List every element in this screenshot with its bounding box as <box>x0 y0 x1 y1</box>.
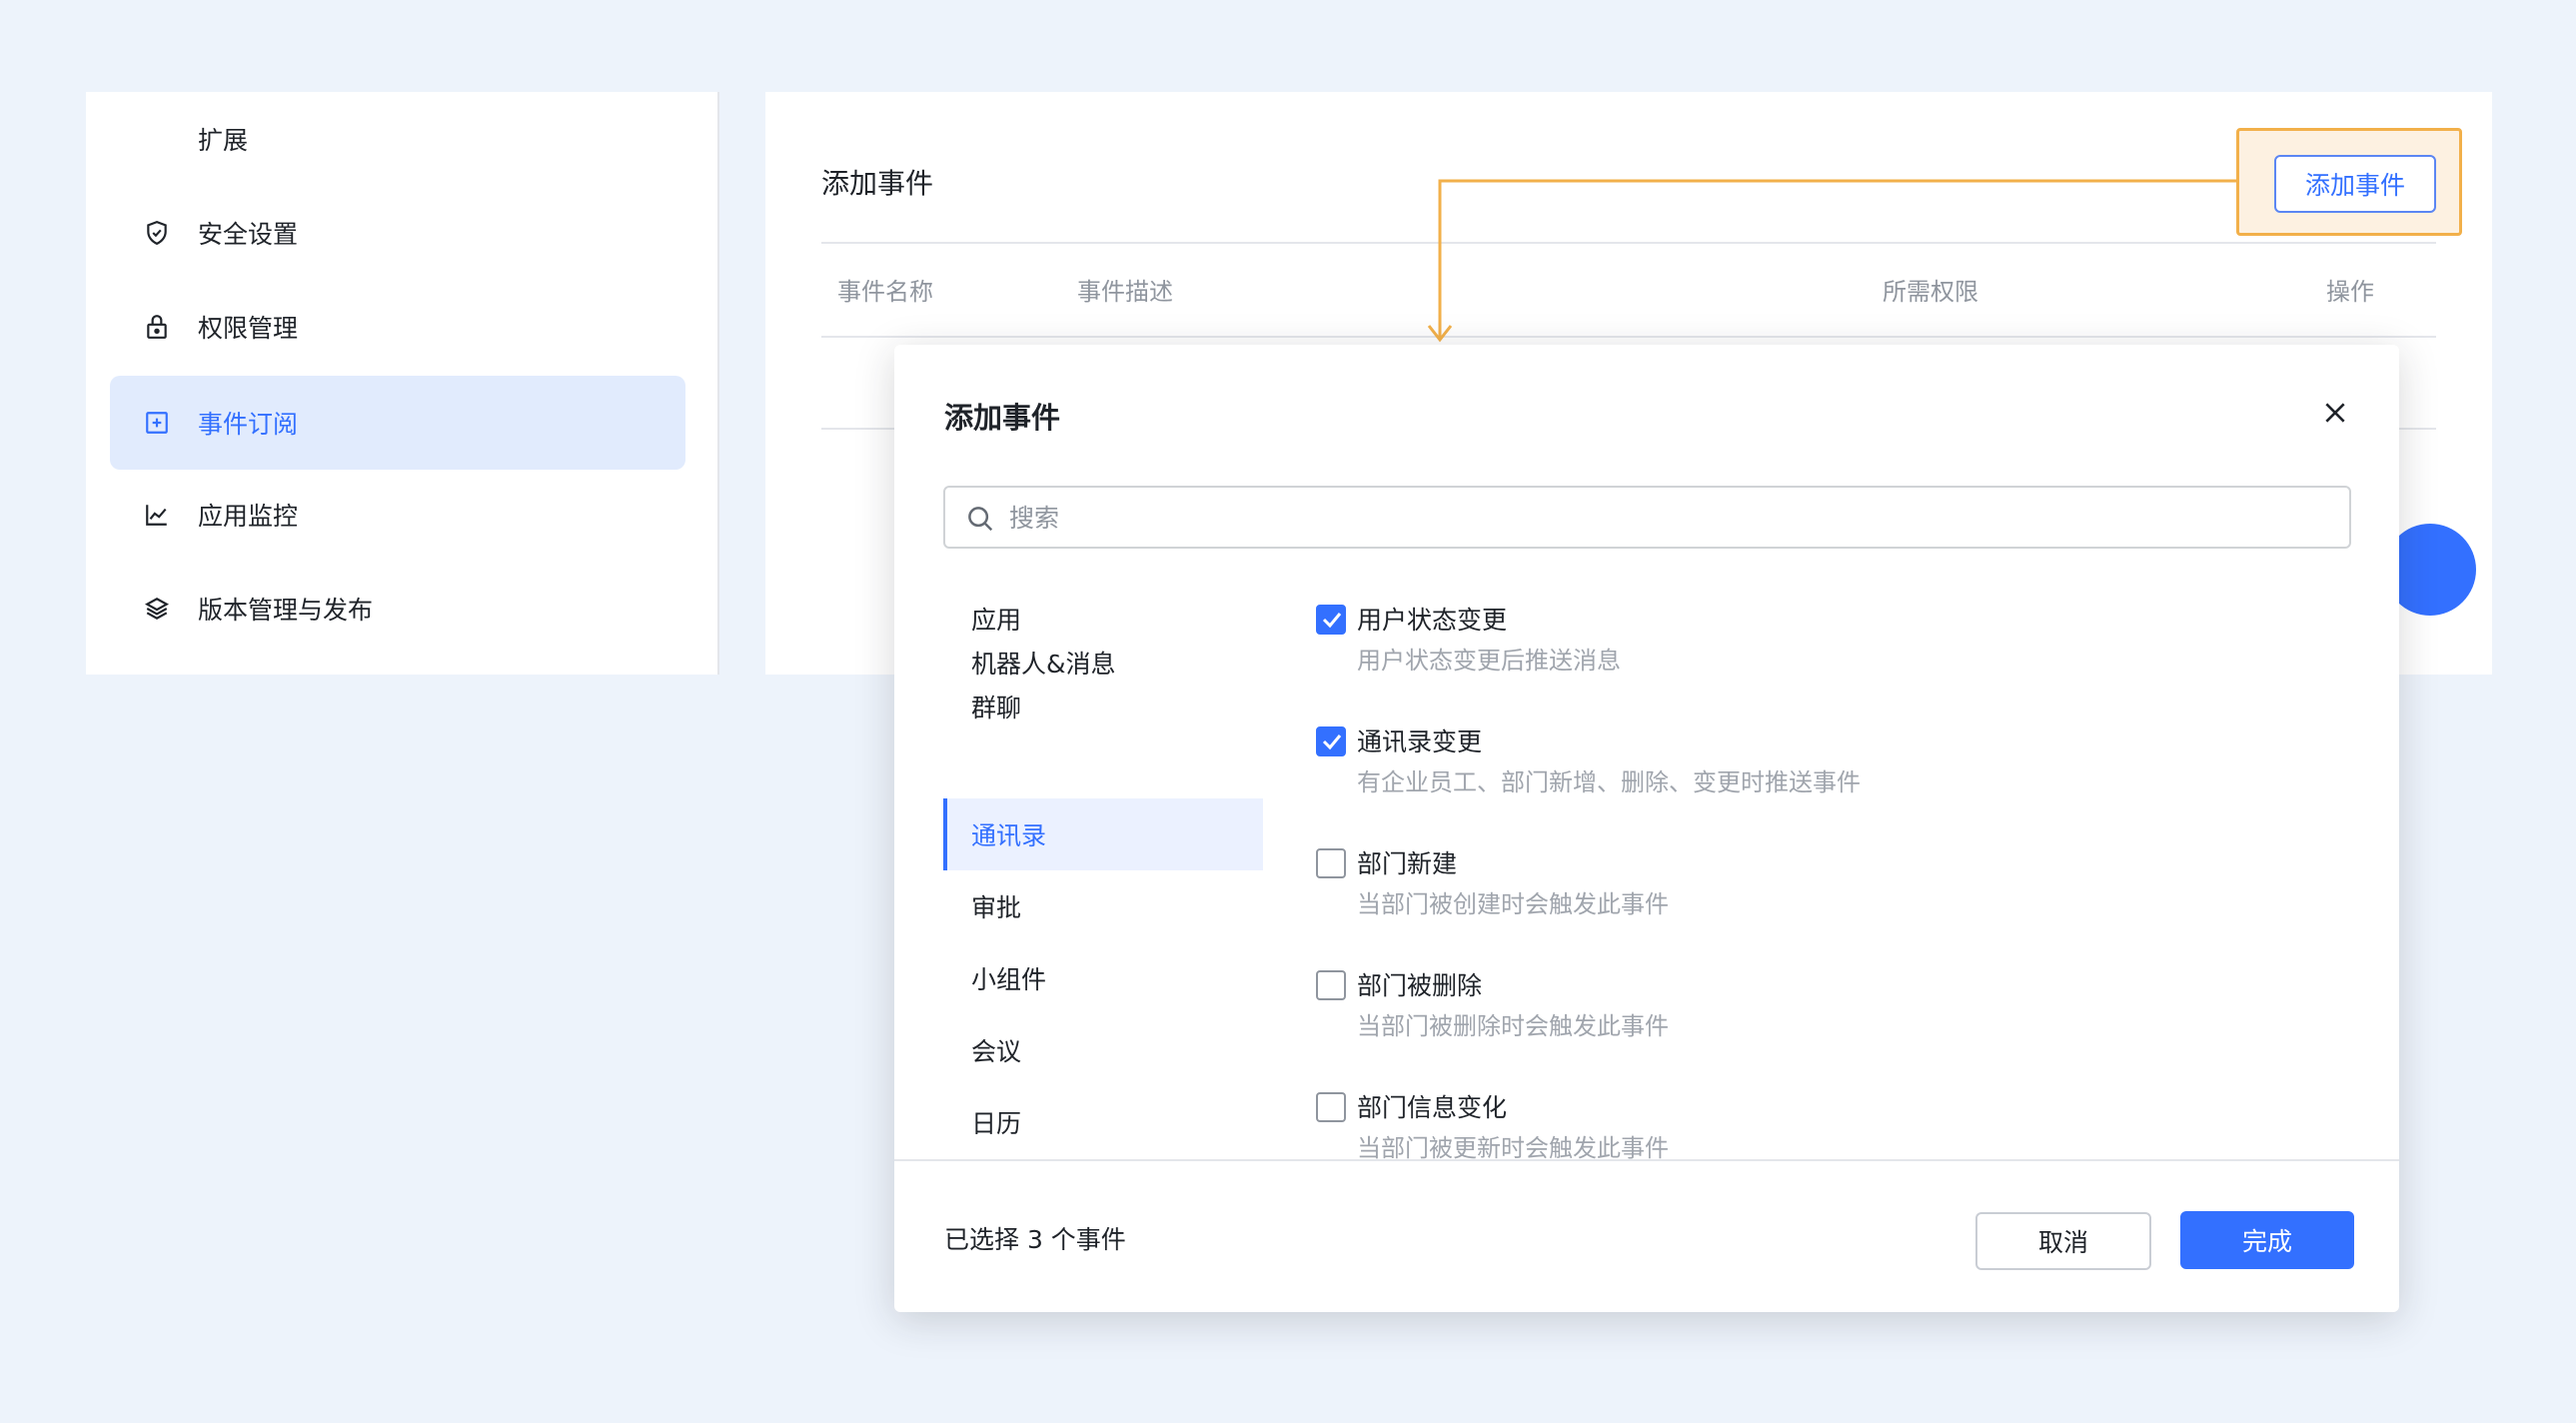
add-event-dialog: 添加事件 应用 机器人&消息 群聊 通讯录 审批 小组件 会议 日历 用户状态变… <box>894 345 2399 1312</box>
event-name: 用户状态变更 <box>1357 606 1508 635</box>
event-desc: 当部门被删除时会触发此事件 <box>1357 1012 1669 1040</box>
event-desc: 有企业员工、部门新增、删除、变更时推送事件 <box>1357 768 1861 796</box>
selected-count: 已选择 3 个事件 <box>944 1225 1126 1254</box>
footer-divider <box>894 1159 2399 1161</box>
event-desc: 当部门被创建时会触发此事件 <box>1357 890 1669 918</box>
event-desc: 用户状态变更后推送消息 <box>1357 647 1621 675</box>
event-name: 部门新建 <box>1357 849 1458 878</box>
event-name: 部门信息变化 <box>1357 1093 1508 1122</box>
event-name: 部门被删除 <box>1357 971 1483 1000</box>
done-button[interactable]: 完成 <box>2180 1211 2354 1269</box>
event-list: 用户状态变更 用户状态变更后推送消息 通讯录变更 有企业员工、部门新增、删除、变… <box>894 345 2399 1159</box>
checkbox[interactable] <box>1316 1092 1346 1122</box>
checkbox-checked[interactable] <box>1316 605 1346 635</box>
checkbox[interactable] <box>1316 848 1346 878</box>
event-desc: 当部门被更新时会触发此事件 <box>1357 1134 1669 1159</box>
cancel-button[interactable]: 取消 <box>1975 1212 2151 1270</box>
checkbox[interactable] <box>1316 970 1346 1000</box>
checkbox-checked[interactable] <box>1316 726 1346 756</box>
event-name: 通讯录变更 <box>1357 727 1483 756</box>
